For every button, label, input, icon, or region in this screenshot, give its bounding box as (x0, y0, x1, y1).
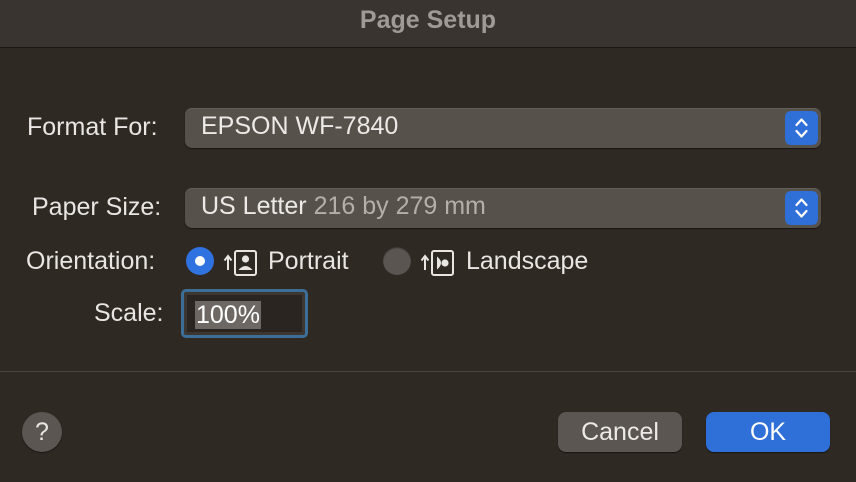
landscape-radio[interactable] (383, 247, 411, 275)
format-for-value: EPSON WF-7840 (201, 112, 399, 140)
up-down-chevron-icon (785, 111, 818, 145)
paper-size-value-wrapper: US Letter 216 by 279 mm (201, 192, 486, 221)
page-setup-dialog: Page Setup Format For: EPSON WF-7840 Pap… (0, 0, 856, 482)
up-down-chevron-icon (785, 191, 818, 225)
landscape-label[interactable]: Landscape (466, 247, 588, 276)
paper-size-popup[interactable]: US Letter 216 by 279 mm (185, 188, 821, 228)
title-bar[interactable]: Page Setup (0, 0, 856, 48)
divider (0, 371, 856, 372)
portrait-radio[interactable] (186, 247, 214, 275)
paper-size-label: Paper Size: (32, 193, 162, 221)
format-for-label: Format For: (27, 113, 158, 141)
portrait-orientation-icon (223, 248, 259, 281)
help-button[interactable]: ? (22, 412, 62, 452)
dialog-title: Page Setup (359, 6, 497, 34)
scale-value: 100% (195, 301, 261, 329)
scale-input-inner: 100% (187, 295, 302, 332)
cancel-button[interactable]: Cancel (558, 412, 682, 452)
scale-label: Scale: (94, 299, 164, 327)
paper-size-dimensions: 216 by 279 mm (313, 192, 486, 220)
orientation-label: Orientation: (26, 247, 156, 275)
scale-input[interactable]: 100% (181, 289, 308, 338)
paper-size-value: US Letter (201, 192, 307, 220)
portrait-label[interactable]: Portrait (268, 247, 349, 276)
format-for-popup[interactable]: EPSON WF-7840 (185, 108, 821, 148)
ok-button[interactable]: OK (706, 412, 830, 452)
landscape-orientation-icon (420, 248, 456, 281)
